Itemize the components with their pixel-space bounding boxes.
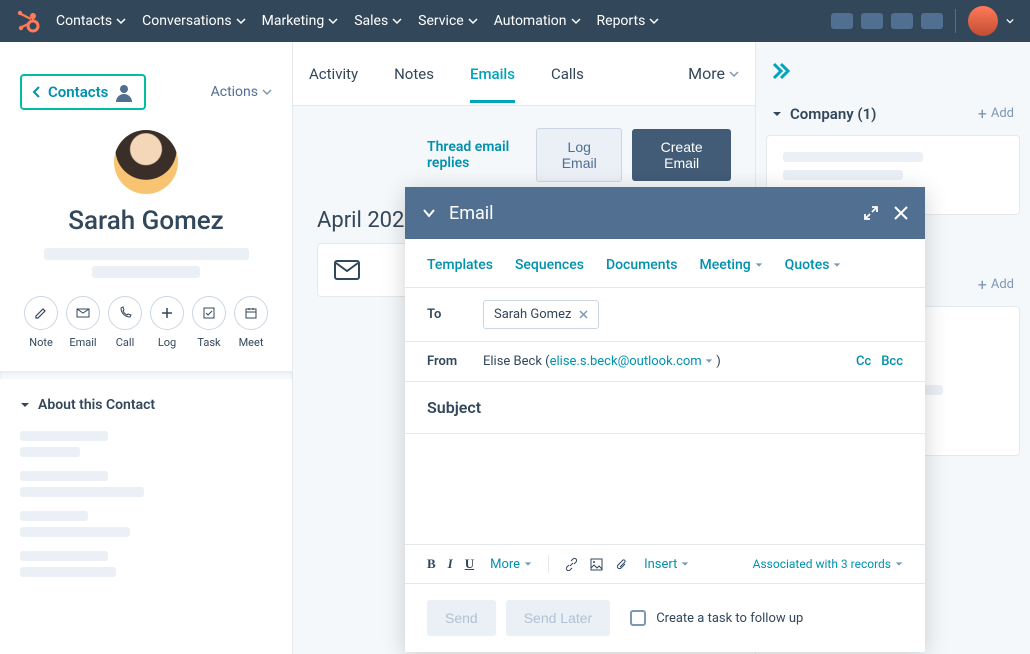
tab-more[interactable]: More	[688, 64, 739, 83]
nav-util-3[interactable]	[891, 13, 913, 29]
actions-dropdown[interactable]: Actions	[211, 84, 272, 100]
send-button[interactable]: Send	[427, 600, 496, 636]
from-label: From	[427, 354, 471, 369]
link-icon[interactable]	[565, 558, 578, 571]
contact-name: Sarah Gomez	[0, 206, 292, 236]
tab-calls[interactable]: Calls	[551, 45, 584, 103]
format-more-button[interactable]: More	[490, 557, 532, 572]
tab-notes[interactable]: Notes	[394, 45, 434, 103]
insert-button[interactable]: Insert	[644, 557, 689, 572]
cc-button[interactable]: Cc	[856, 354, 871, 369]
plus-icon	[160, 306, 174, 320]
subject-label[interactable]: Subject	[427, 398, 481, 417]
nav-reports[interactable]: Reports	[597, 13, 660, 29]
underline-button[interactable]: U	[465, 556, 474, 572]
close-icon[interactable]	[893, 205, 909, 221]
log-email-button[interactable]: Log Email	[536, 128, 622, 182]
modal-title: Email	[449, 203, 494, 224]
create-email-button[interactable]: Create Email	[632, 129, 731, 181]
caret-down-icon	[20, 400, 30, 410]
templates-tab[interactable]: Templates	[427, 257, 493, 273]
collapse-icon[interactable]	[772, 62, 792, 80]
create-task-checkbox[interactable]	[630, 610, 646, 626]
attachment-icon[interactable]	[615, 558, 628, 571]
email-body-editor[interactable]	[405, 434, 925, 544]
email-button[interactable]: Email	[66, 296, 100, 349]
nav-service[interactable]: Service	[418, 13, 478, 29]
person-icon	[114, 82, 134, 102]
from-value[interactable]: Elise Beck (elise.s.beck@outlook.com )	[483, 354, 721, 369]
nav-contacts[interactable]: Contacts	[56, 13, 126, 29]
bcc-button[interactable]: Bcc	[881, 354, 903, 369]
thread-replies-link[interactable]: Thread email replies	[427, 139, 526, 171]
envelope-icon	[76, 306, 90, 320]
divider	[955, 9, 956, 33]
chevron-down-icon[interactable]	[1006, 17, 1014, 25]
caret-down-icon	[772, 109, 782, 119]
nav-util-4[interactable]	[921, 13, 943, 29]
back-contacts-button[interactable]: Contacts	[20, 74, 146, 110]
call-button[interactable]: Call	[108, 296, 142, 349]
nav-util-1[interactable]	[831, 13, 853, 29]
documents-tab[interactable]: Documents	[606, 257, 678, 273]
italic-button[interactable]: I	[448, 556, 453, 572]
add-company-button[interactable]: +Add	[978, 104, 1014, 123]
envelope-icon	[334, 260, 360, 280]
meet-button[interactable]: Meet	[234, 296, 268, 349]
chevron-down-icon	[705, 357, 713, 365]
nav-marketing[interactable]: Marketing	[262, 13, 339, 29]
company-section-toggle[interactable]: Company (1)	[772, 105, 876, 123]
placeholder	[44, 248, 249, 260]
contact-sidebar: Contacts Actions Sarah Gomez Note Email …	[0, 42, 293, 654]
tab-emails[interactable]: Emails	[470, 45, 515, 103]
associated-records-button[interactable]: Associated with 3 records	[753, 557, 903, 571]
meeting-tab[interactable]: Meeting	[699, 257, 762, 273]
contact-avatar[interactable]	[114, 130, 178, 194]
calendar-icon	[244, 306, 258, 320]
send-later-button[interactable]: Send Later	[506, 600, 611, 636]
note-button[interactable]: Note	[24, 296, 58, 349]
user-avatar[interactable]	[968, 6, 998, 36]
remove-recipient-icon[interactable]	[579, 310, 588, 319]
expand-icon[interactable]	[863, 205, 879, 221]
hubspot-logo-icon[interactable]	[16, 9, 40, 33]
recipient-chip[interactable]: Sarah Gomez	[483, 300, 599, 329]
tab-activity[interactable]: Activity	[309, 45, 358, 103]
nav-util-2[interactable]	[861, 13, 883, 29]
quotes-tab[interactable]: Quotes	[785, 257, 842, 273]
image-icon[interactable]	[590, 558, 603, 571]
to-label: To	[427, 307, 471, 322]
nav-automation[interactable]: Automation	[494, 13, 581, 29]
about-contact-toggle[interactable]: About this Contact	[20, 397, 272, 413]
email-compose-modal: Email Templates Sequences Documents Meet…	[405, 187, 925, 652]
task-button[interactable]: Task	[192, 296, 226, 349]
pencil-icon	[34, 306, 48, 320]
sequences-tab[interactable]: Sequences	[515, 257, 584, 273]
create-task-label: Create a task to follow up	[656, 611, 803, 626]
nav-conversations[interactable]: Conversations	[142, 13, 245, 29]
bold-button[interactable]: B	[427, 556, 436, 572]
log-button[interactable]: Log	[150, 296, 184, 349]
placeholder	[92, 266, 200, 278]
top-nav: Contacts Conversations Marketing Sales S…	[0, 0, 1030, 42]
minimize-icon[interactable]	[421, 205, 437, 221]
phone-icon	[118, 306, 132, 320]
back-label: Contacts	[48, 83, 108, 101]
nav-sales[interactable]: Sales	[354, 13, 402, 29]
checklist-icon	[202, 306, 216, 320]
add-association-button[interactable]: +Add	[978, 275, 1014, 294]
